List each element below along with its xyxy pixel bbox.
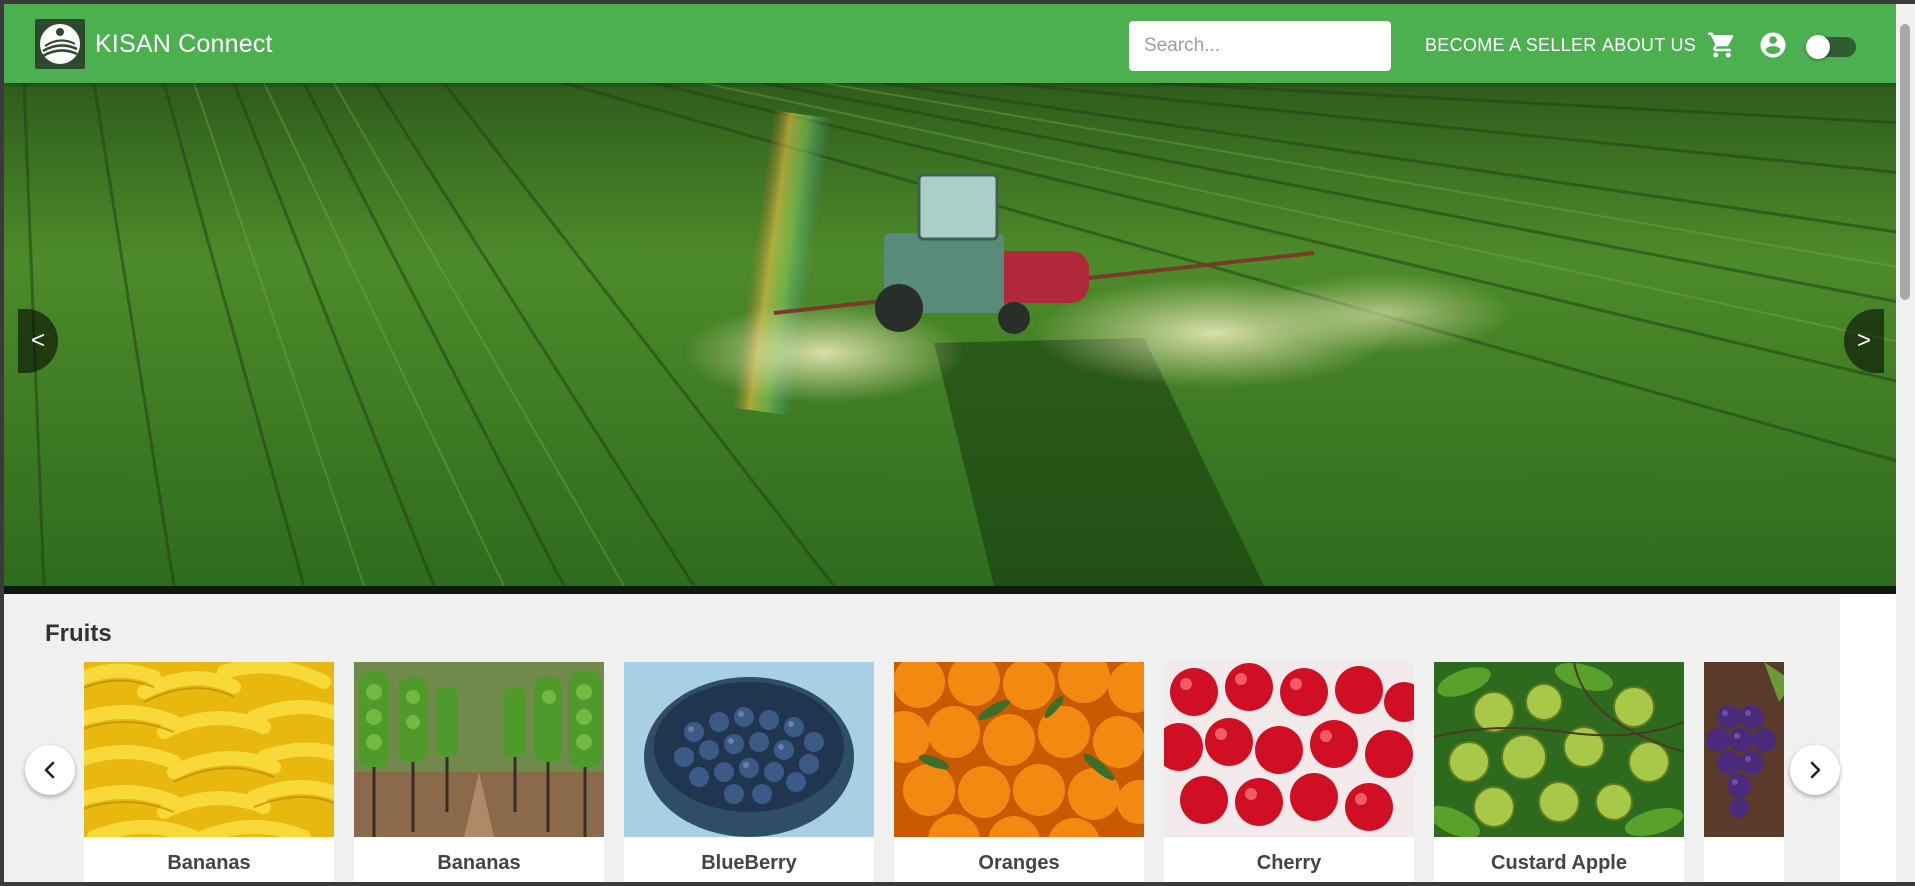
fruits-next-button[interactable] bbox=[1790, 745, 1840, 795]
theme-toggle[interactable] bbox=[1806, 35, 1856, 59]
product-name: Oranges bbox=[978, 852, 1060, 874]
cherry-image bbox=[1164, 662, 1414, 837]
product-name: Bananas bbox=[167, 852, 251, 874]
oranges-image bbox=[894, 662, 1144, 837]
app-header: KISAN Connect BECOME A SELLER ABOUT US bbox=[4, 4, 1896, 83]
bananas-image bbox=[84, 662, 334, 837]
product-card[interactable]: Oranges bbox=[894, 662, 1144, 882]
fruits-carousel: Bananas Bananas BlueBerry Oranges Cherry… bbox=[84, 662, 1784, 882]
fruits-section: Fruits Bananas Bananas BlueBerry Oranges… bbox=[4, 594, 1840, 882]
product-name: Cherry bbox=[1256, 852, 1322, 874]
product-card[interactable]: Bananas bbox=[354, 662, 604, 882]
custard-apple-image bbox=[1434, 662, 1684, 837]
brand-name[interactable]: KISAN Connect bbox=[95, 30, 273, 59]
become-seller-link[interactable]: BECOME A SELLER bbox=[1425, 35, 1597, 56]
farm-field-image bbox=[4, 83, 1896, 586]
about-us-link[interactable]: ABOUT US bbox=[1602, 35, 1696, 56]
scrollbar-thumb[interactable] bbox=[1900, 24, 1910, 300]
product-card[interactable]: Custard Apple bbox=[1434, 662, 1684, 882]
section-title: Fruits bbox=[45, 620, 112, 647]
blueberry-image bbox=[624, 662, 874, 837]
chevron-right-icon bbox=[1810, 761, 1821, 779]
product-name: Custard Apple bbox=[1491, 852, 1627, 874]
search-input[interactable] bbox=[1129, 21, 1391, 71]
product-name: BlueBerry bbox=[701, 852, 797, 874]
kisan-logo[interactable] bbox=[35, 19, 85, 69]
account-circle-icon[interactable] bbox=[1758, 30, 1788, 60]
page-scrollbar[interactable] bbox=[1896, 4, 1915, 882]
grapes-image bbox=[1704, 662, 1784, 837]
product-name: Bananas bbox=[437, 852, 521, 874]
product-card[interactable]: BlueBerry bbox=[624, 662, 874, 882]
hero-carousel bbox=[4, 83, 1896, 586]
product-card[interactable] bbox=[1704, 662, 1784, 882]
product-card[interactable]: Bananas bbox=[84, 662, 334, 882]
product-card[interactable]: Cherry bbox=[1164, 662, 1414, 882]
fruits-prev-button[interactable] bbox=[25, 745, 75, 795]
hero-divider bbox=[4, 586, 1896, 594]
toggle-knob bbox=[1806, 35, 1830, 59]
banana-plantation-image bbox=[354, 662, 604, 837]
chevron-left-icon bbox=[44, 761, 55, 779]
browser-viewport: KISAN Connect BECOME A SELLER ABOUT US bbox=[4, 4, 1896, 882]
cart-icon[interactable] bbox=[1707, 30, 1737, 60]
